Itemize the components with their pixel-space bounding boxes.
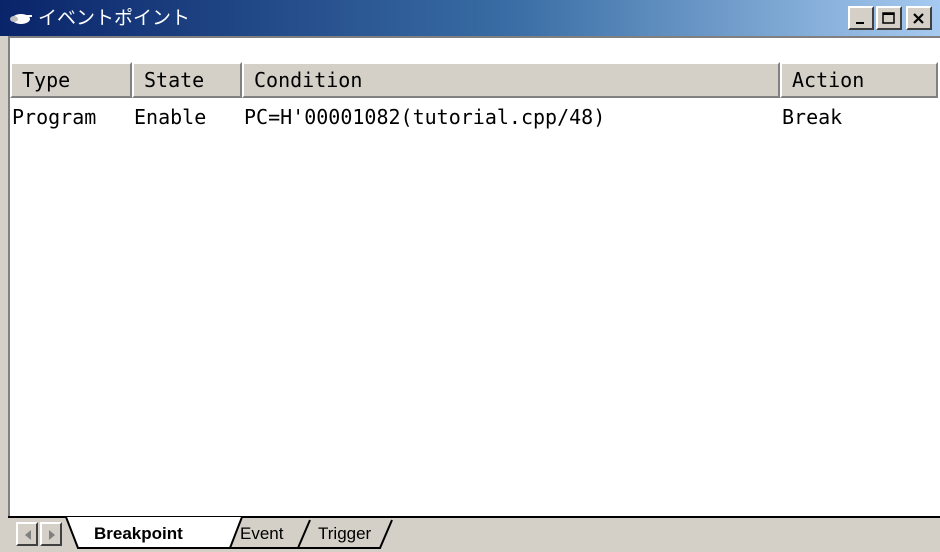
- event-point-list[interactable]: Type State Condition Action Program Enab…: [8, 36, 940, 516]
- cell-condition: PC=H'00001082(tutorial.cpp/48): [244, 105, 606, 129]
- table-row[interactable]: Program Enable PC=H'00001082(tutorial.cp…: [10, 102, 940, 132]
- tab-trigger[interactable]: Trigger: [318, 522, 371, 546]
- column-header-condition[interactable]: Condition: [242, 62, 780, 98]
- breakpoint-icon: [10, 14, 32, 24]
- close-button[interactable]: [906, 6, 932, 30]
- cell-type: Program: [12, 105, 97, 129]
- minimize-button[interactable]: [848, 6, 874, 30]
- close-icon: [913, 13, 924, 24]
- maximize-button[interactable]: [876, 6, 902, 30]
- cell-state: Enable: [134, 105, 207, 129]
- tab-breakpoint[interactable]: Breakpoint: [94, 522, 183, 546]
- column-header-state[interactable]: State: [132, 62, 242, 98]
- window-title: イベントポイント: [38, 7, 191, 29]
- cell-action: Break: [782, 105, 843, 129]
- column-header-action[interactable]: Action: [780, 62, 938, 98]
- event-point-window: イベントポイント Type State Condition Action Pro…: [0, 0, 940, 552]
- column-headers: Type State Condition Action: [10, 62, 940, 98]
- tab-event[interactable]: Event: [240, 522, 283, 546]
- maximize-icon: [882, 12, 895, 24]
- tab-bar: Breakpoint Event Trigger: [8, 516, 940, 552]
- minimize-icon: [856, 22, 864, 24]
- column-header-type[interactable]: Type: [10, 62, 132, 98]
- title-bar[interactable]: イベントポイント: [0, 0, 940, 36]
